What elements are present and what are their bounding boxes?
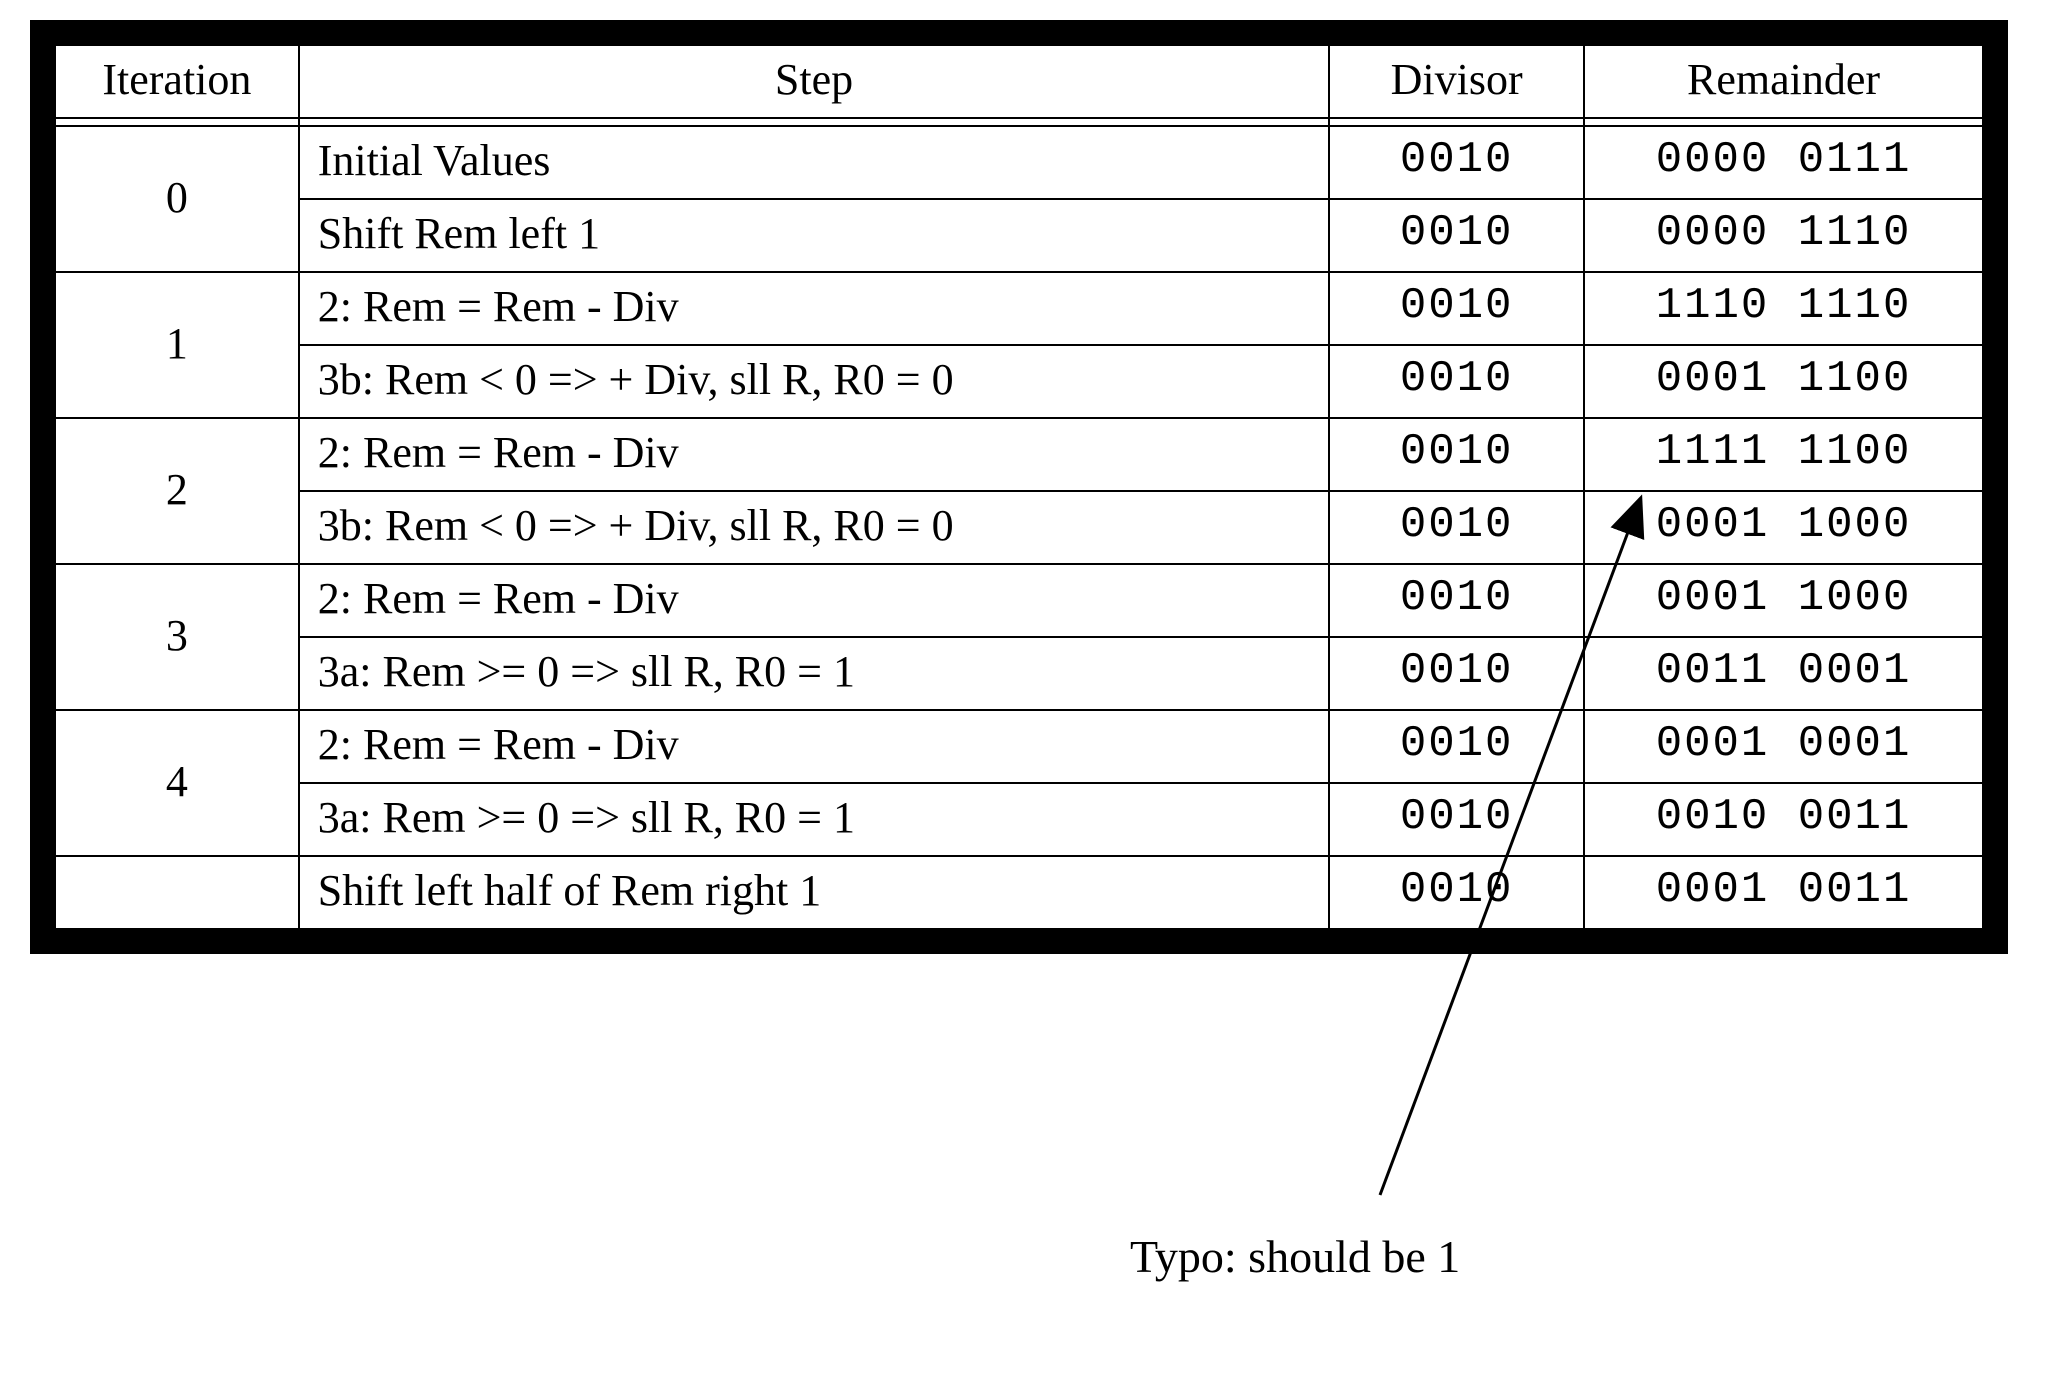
typo-annotation: Typo: should be 1 [1130,1230,1460,1283]
annotation-arrow [0,0,2046,1389]
